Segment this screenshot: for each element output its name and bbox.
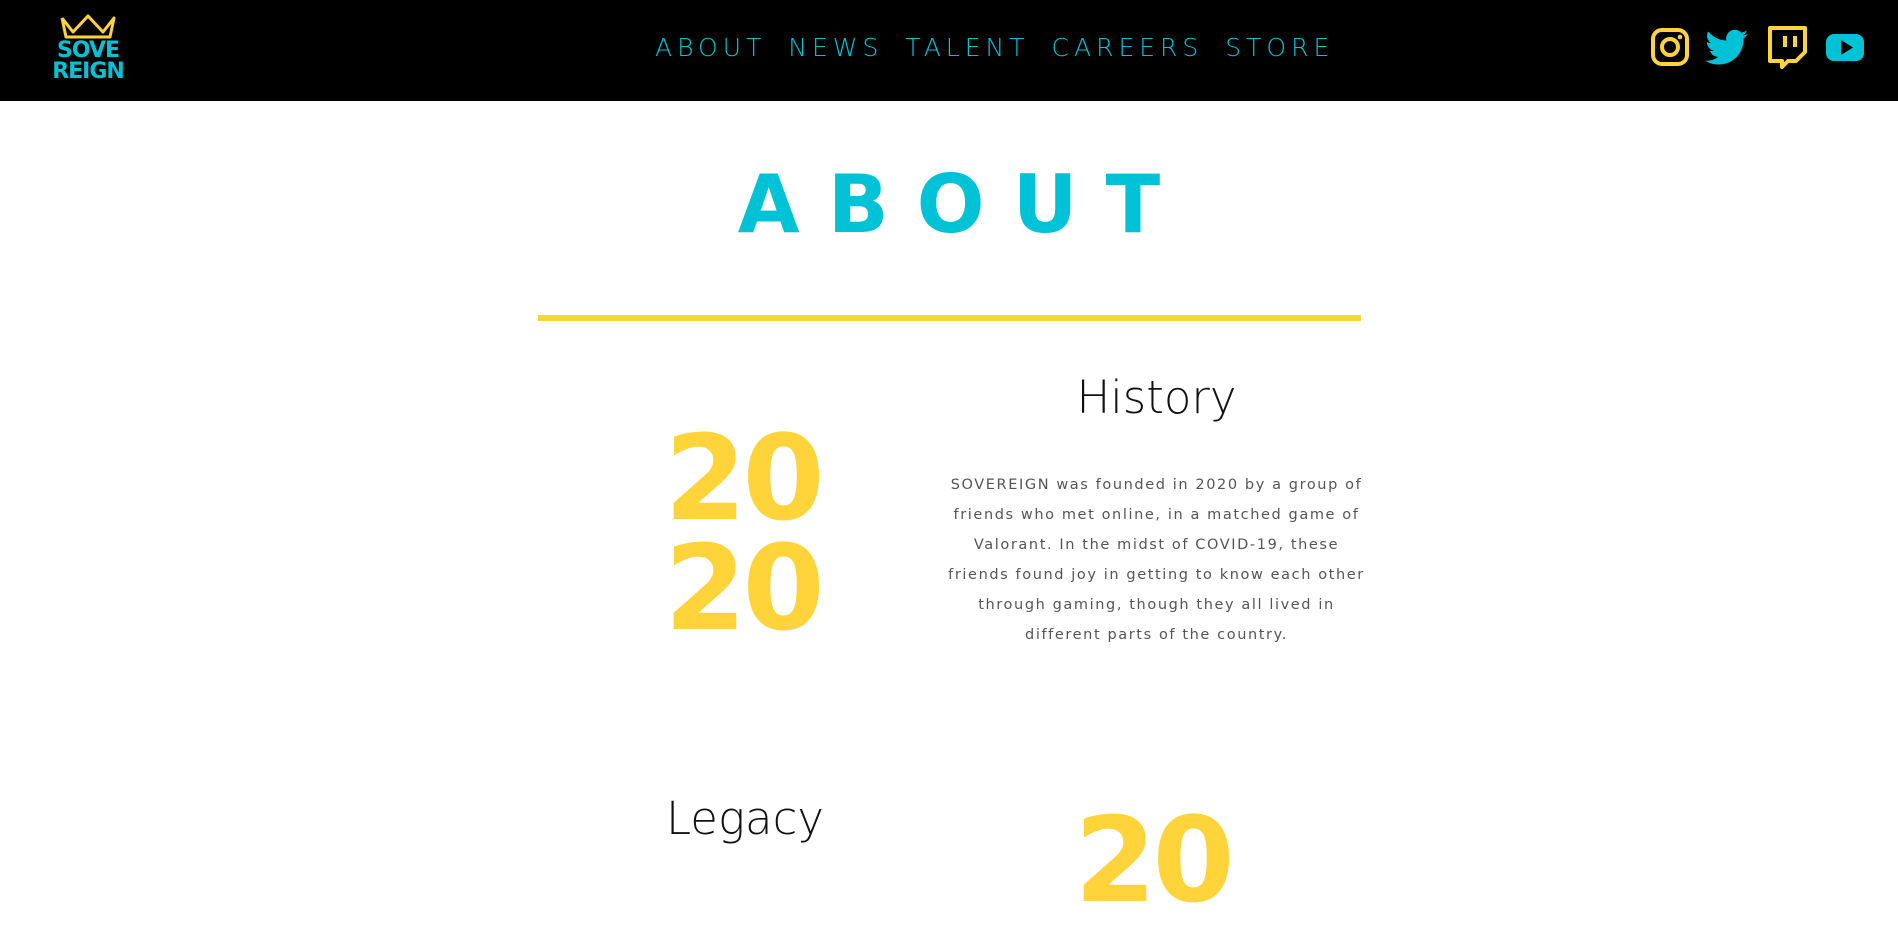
- logo-line-2: REIGN: [52, 59, 125, 84]
- twitter-icon[interactable]: [1704, 25, 1750, 69]
- section-divider: [538, 315, 1361, 321]
- history-body: SOVEREIGN was founded in 2020 by a group…: [948, 477, 1365, 643]
- sovereign-logo[interactable]: SOVE REIGN: [50, 12, 126, 84]
- nav-store[interactable]: STORE: [1225, 30, 1334, 66]
- page-title: ABOUT: [737, 158, 1189, 251]
- instagram-icon[interactable]: [1649, 25, 1691, 69]
- nav-careers[interactable]: CAREERS: [1052, 30, 1204, 66]
- main-nav: ABOUT NEWS TALENT CAREERS STORE: [655, 30, 1356, 66]
- youtube-icon[interactable]: [1825, 25, 1865, 69]
- logo-line-1: SOVE: [56, 38, 120, 63]
- nav-talent[interactable]: TALENT: [905, 30, 1029, 66]
- history-year-top: 20: [664, 409, 824, 547]
- twitch-icon[interactable]: [1765, 25, 1809, 69]
- legacy-heading: Legacy: [666, 792, 824, 845]
- site-header: SOVE REIGN ABOUT NEWS TALENT CAREERS STO…: [0, 0, 1898, 101]
- logo-wordmark: SOVE REIGN: [50, 38, 126, 84]
- nav-news[interactable]: NEWS: [788, 30, 883, 66]
- history-year-bottom: 20: [664, 519, 824, 657]
- history-year: 20 20: [650, 409, 835, 657]
- history-heading: History: [1076, 371, 1237, 424]
- nav-about[interactable]: ABOUT: [655, 30, 766, 66]
- crown-icon: [60, 14, 116, 39]
- legacy-year-top: 20: [1074, 791, 1234, 929]
- legacy-year: 20: [1060, 791, 1245, 929]
